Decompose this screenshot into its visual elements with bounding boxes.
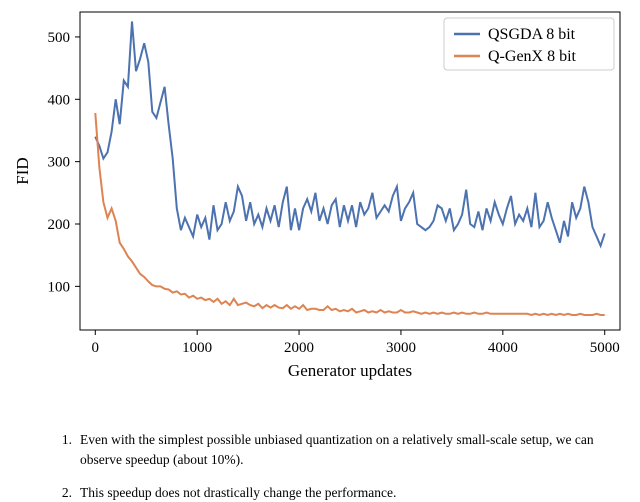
- svg-text:5000: 5000: [590, 340, 620, 356]
- line-chart: 0 1000 2000 3000 4000 5000 100 200 300 400 500 Gene…: [10, 4, 630, 384]
- svg-text:500: 500: [48, 30, 71, 46]
- svg-text:2000: 2000: [284, 340, 314, 356]
- svg-text:0: 0: [92, 340, 100, 356]
- svg-text:Generator updates: Generator updates: [288, 361, 412, 380]
- svg-text:1000: 1000: [182, 340, 212, 356]
- svg-text:FID: FID: [13, 157, 32, 184]
- list-number: 2.: [48, 483, 72, 502]
- svg-text:3000: 3000: [386, 340, 416, 356]
- svg-text:QSGDA 8 bit: QSGDA 8 bit: [488, 26, 576, 43]
- svg-text:4000: 4000: [488, 340, 518, 356]
- svg-text:100: 100: [48, 279, 71, 295]
- svg-text:300: 300: [48, 155, 71, 171]
- svg-text:Q-GenX 8 bit: Q-GenX 8 bit: [488, 48, 577, 65]
- svg-text:400: 400: [48, 92, 71, 108]
- list-item: 1. Even with the simplest possible unbia…: [48, 430, 626, 469]
- list-text: Even with the simplest possible unbiased…: [80, 430, 626, 469]
- list-number: 1.: [48, 430, 72, 450]
- list-item: 2. This speedup does not drastically cha…: [48, 483, 626, 502]
- svg-text:200: 200: [48, 217, 71, 233]
- list-text: This speedup does not drastically change…: [80, 483, 626, 502]
- paper-body: 1. Even with the simplest possible unbia…: [0, 430, 640, 502]
- fid-vs-generator-updates-plot: 0 1000 2000 3000 4000 5000 100 200 300 400 500 Gene…: [10, 4, 630, 384]
